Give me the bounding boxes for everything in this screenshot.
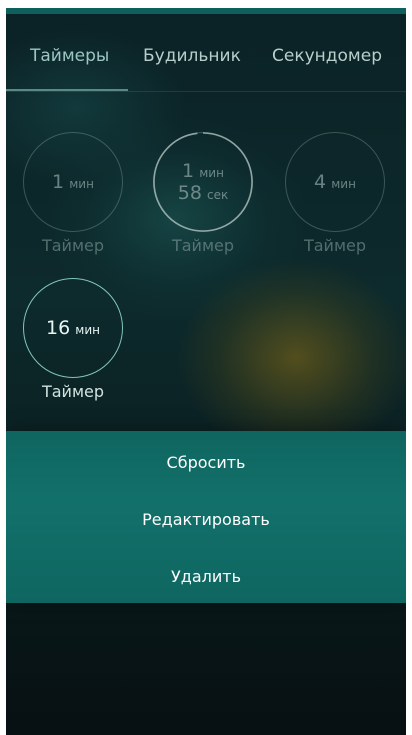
edit-menu-item[interactable]: Редактировать	[6, 510, 406, 529]
timer-ring: 1 мин 58 сек	[153, 132, 253, 232]
tab-stopwatch[interactable]: Секундомер	[272, 46, 382, 66]
clock-app-screen: Таймеры Будильник Секундомер 1 мин Тайме…	[6, 8, 406, 735]
timer-value: 16	[46, 317, 71, 339]
timer-time: 1 мин	[52, 171, 94, 193]
timer-item[interactable]: 1 мин 58 сек Таймер	[152, 132, 254, 255]
timer-time: 16 мин	[46, 317, 100, 339]
timer-time: 4 мин	[314, 171, 356, 193]
tab-timers[interactable]: Таймеры	[30, 46, 109, 66]
timer-item[interactable]: 1 мин Таймер	[22, 132, 124, 255]
timer-ring: 16 мин	[23, 278, 123, 378]
timer-ring: 4 мин	[285, 132, 385, 232]
timer-unit: мин	[69, 177, 94, 191]
timer-label: Таймер	[171, 236, 235, 255]
timer-item-selected[interactable]: 16 мин Таймер	[22, 278, 124, 401]
background-glow	[176, 258, 406, 458]
timer-label: Таймер	[303, 236, 367, 255]
tab-divider	[6, 91, 406, 92]
timer-context-menu: Сбросить Редактировать Удалить	[6, 431, 406, 603]
timer-unit: мин	[75, 323, 100, 337]
tab-alarm[interactable]: Будильник	[143, 46, 241, 66]
timer-unit: мин	[331, 177, 356, 191]
timer-value: 1	[52, 171, 65, 193]
reset-menu-item[interactable]: Сбросить	[6, 453, 406, 472]
timer-item[interactable]: 4 мин Таймер	[284, 132, 386, 255]
delete-menu-item[interactable]: Удалить	[6, 567, 406, 586]
timer-progress-stroke	[153, 132, 253, 232]
timer-label: Таймер	[41, 382, 105, 401]
timer-ring: 1 мин	[23, 132, 123, 232]
timer-label: Таймер	[41, 236, 105, 255]
tab-bar: Таймеры Будильник Секундомер	[6, 14, 406, 92]
timer-progress-arc	[153, 132, 253, 232]
timer-value: 4	[314, 171, 327, 193]
